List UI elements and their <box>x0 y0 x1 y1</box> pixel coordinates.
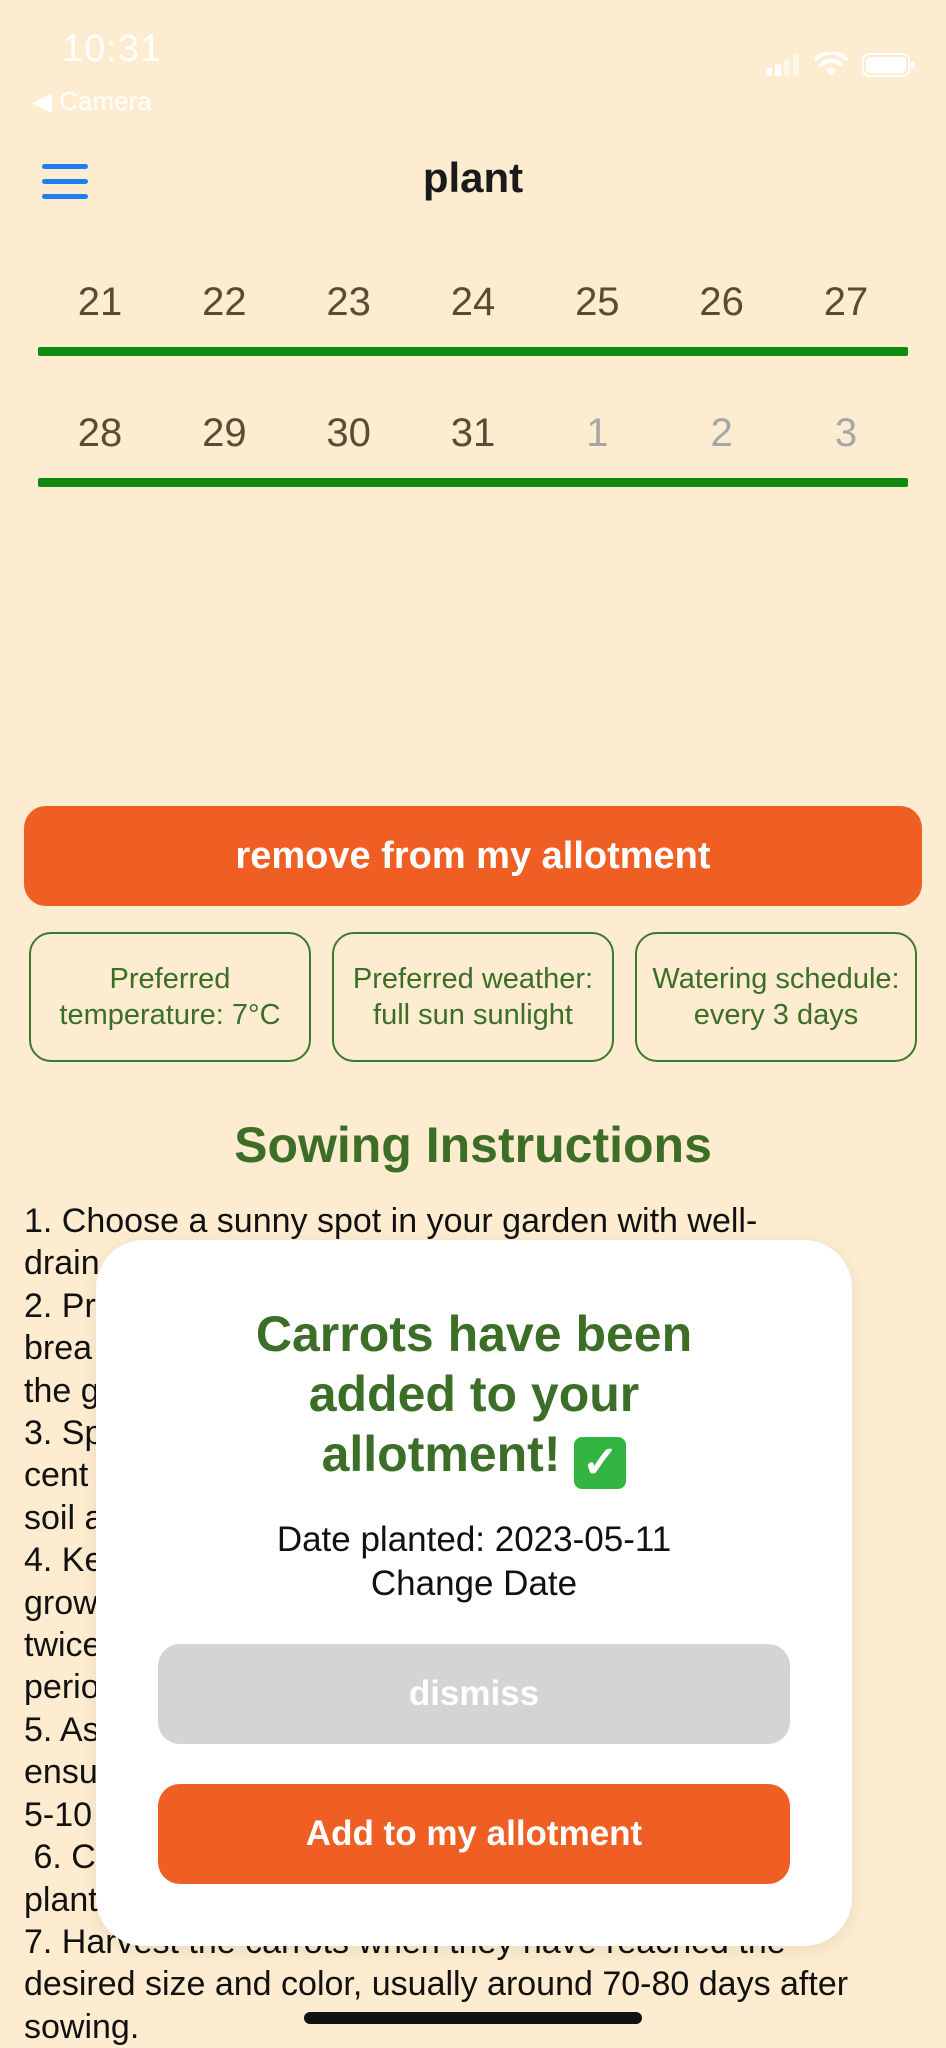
calendar-day[interactable]: 21 <box>38 280 162 325</box>
preferred-weather-chip: Preferred weather: full sun sunlight <box>332 932 614 1062</box>
calendar-week-bar <box>38 347 908 356</box>
calendar-day[interactable]: 25 <box>535 280 659 325</box>
change-date-link[interactable]: Change Date <box>96 1564 852 1604</box>
calendar-day[interactable]: 24 <box>411 280 535 325</box>
calendar-day[interactable]: 22 <box>162 280 286 325</box>
instruction-line: desired size and color, usually around 7… <box>24 1965 849 2004</box>
calendar-week-2: 28 29 30 31 1 2 3 <box>38 411 908 456</box>
check-mark-icon: ✓ <box>574 1437 627 1489</box>
page-title: plant <box>422 154 524 201</box>
calendar-day[interactable]: 23 <box>287 280 411 325</box>
modal-title-line: Carrots have been <box>255 1306 693 1362</box>
calendar-day[interactable]: 31 <box>411 411 535 456</box>
watering-schedule-chip: Watering schedule: every 3 days <box>635 932 917 1062</box>
dismiss-button[interactable]: dismiss <box>158 1644 790 1744</box>
calendar-day[interactable]: 30 <box>287 411 411 456</box>
sowing-instructions-title: Sowing Instructions <box>234 1117 712 1173</box>
added-confirmation-modal: Carrots have been added to your allotmen… <box>96 1240 852 1946</box>
signal-icon <box>766 54 799 76</box>
calendar-day[interactable]: 26 <box>660 280 784 325</box>
modal-title-line: allotment! ✓ <box>96 1424 852 1489</box>
calendar-week-1: 21 22 23 24 25 26 27 <box>38 280 908 325</box>
date-planted-text: Date planted: 2023-05-11 <box>276 1520 672 1559</box>
calendar-day[interactable]: 2 <box>660 411 784 456</box>
instruction-line: 1. Choose a sunny spot in your garden wi… <box>24 1202 758 1240</box>
calendar-day[interactable]: 3 <box>784 411 908 456</box>
status-time: 10:31 <box>62 28 163 70</box>
back-to-camera-link[interactable]: ◀ Camera <box>32 86 152 117</box>
status-icons <box>766 52 916 78</box>
calendar-week-bar <box>38 478 908 487</box>
battery-icon <box>862 53 915 77</box>
preferred-temperature-chip: Preferred temperature: 7°C <box>29 932 311 1062</box>
calendar-day[interactable]: 27 <box>784 280 908 325</box>
modal-title-line: added to your <box>308 1366 640 1422</box>
calendar-day[interactable]: 28 <box>38 411 162 456</box>
plant-info-chips: Preferred temperature: 7°C Preferred wea… <box>29 932 917 1062</box>
home-indicator <box>304 2012 642 2024</box>
wifi-icon <box>814 52 848 76</box>
calendar-day[interactable]: 1 <box>535 411 659 456</box>
calendar-day[interactable]: 29 <box>162 411 286 456</box>
add-to-allotment-button[interactable]: Add to my allotment <box>158 1784 790 1884</box>
modal-title: Carrots have been added to your allotmen… <box>96 1304 852 1489</box>
remove-from-allotment-button[interactable]: remove from my allotment <box>24 806 922 906</box>
